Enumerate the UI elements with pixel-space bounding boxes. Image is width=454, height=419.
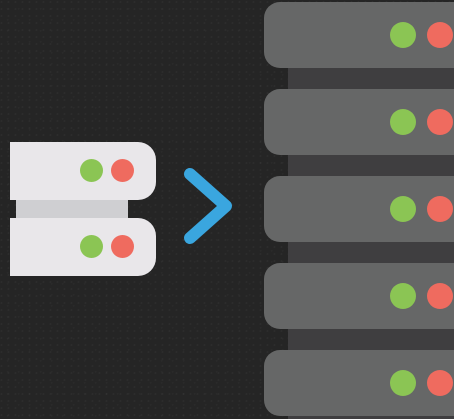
small-server-connector	[16, 200, 128, 218]
scaling-illustration	[0, 0, 454, 419]
green-led-icon	[80, 159, 103, 182]
red-led-icon	[427, 370, 453, 396]
green-led-icon	[390, 196, 416, 222]
red-led-icon	[111, 159, 134, 182]
rack-unit	[264, 350, 454, 416]
red-led-icon	[427, 283, 453, 309]
rack-unit	[264, 89, 454, 155]
rack-unit	[264, 263, 454, 329]
rack-unit	[264, 2, 454, 68]
small-server-unit	[10, 142, 156, 200]
green-led-icon	[390, 109, 416, 135]
green-led-icon	[390, 22, 416, 48]
red-led-icon	[111, 235, 134, 258]
green-led-icon	[390, 370, 416, 396]
red-led-icon	[427, 22, 453, 48]
small-server-icon	[10, 142, 156, 276]
red-led-icon	[427, 196, 453, 222]
small-server-unit	[10, 218, 156, 276]
red-led-icon	[427, 109, 453, 135]
rack-unit	[264, 176, 454, 242]
green-led-icon	[80, 235, 103, 258]
arrow-right-icon	[184, 168, 232, 244]
green-led-icon	[390, 283, 416, 309]
server-rack-icon	[264, 0, 454, 419]
